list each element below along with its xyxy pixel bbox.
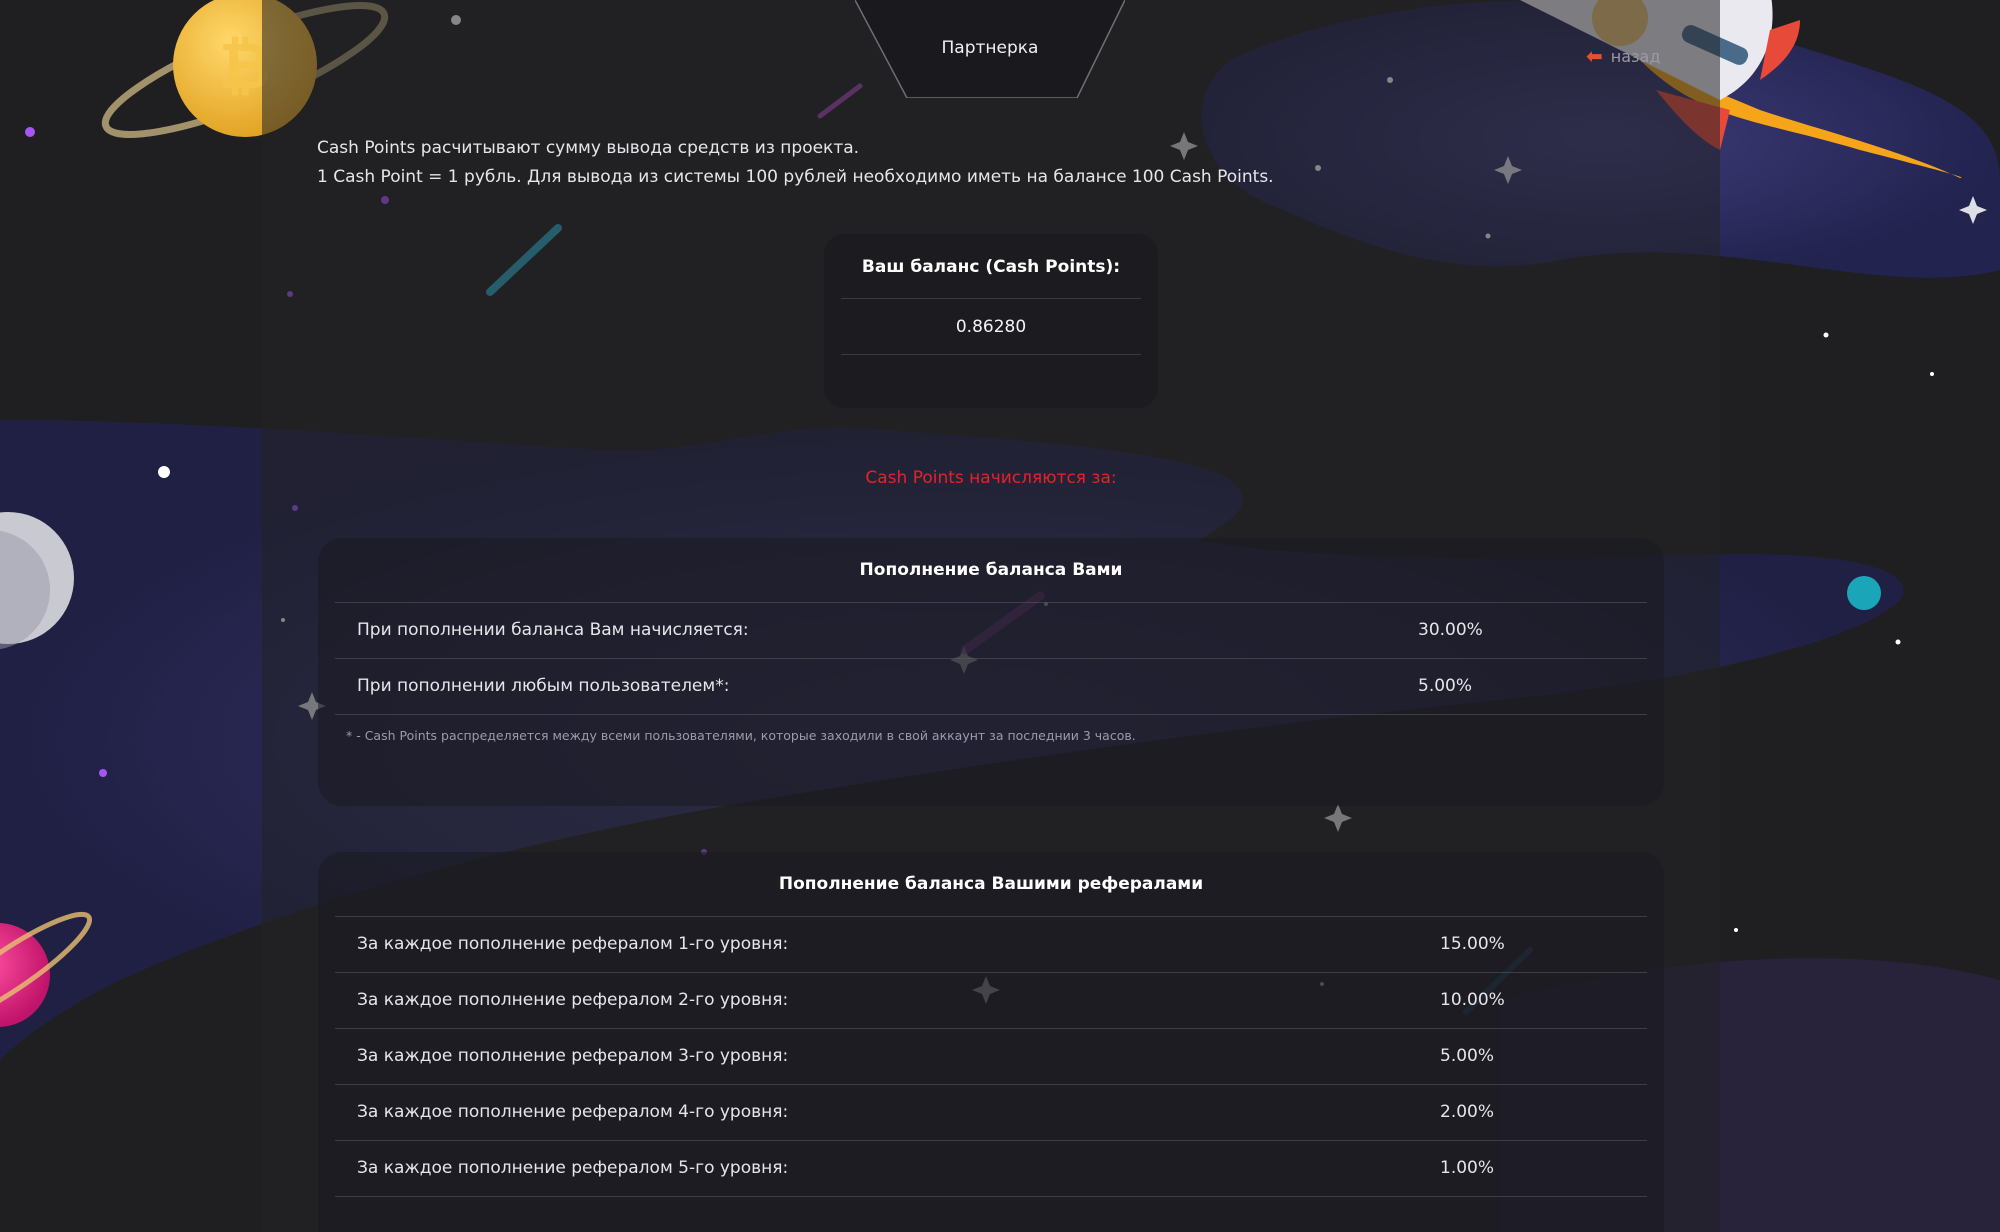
row-value: 5.00%	[1418, 676, 1473, 696]
row-value: 30.00%	[1418, 620, 1483, 640]
accrual-heading: Cash Points начисляются за:	[865, 468, 1117, 488]
table-row: За каждое пополнение рефералом 4-го уров…	[335, 1084, 1647, 1141]
tab-partnerka[interactable]: Партнерка	[855, 38, 1125, 58]
divider	[841, 354, 1141, 355]
divider	[841, 298, 1141, 299]
table-row: За каждое пополнение рефералом 1-го уров…	[335, 916, 1647, 973]
table-row: За каждое пополнение рефералом 2-го уров…	[335, 972, 1647, 1029]
intro-text: Cash Points расчитывают сумму вывода сре…	[317, 134, 1274, 192]
row-value: 2.00%	[1440, 1102, 1495, 1122]
row-label: При пополнении баланса Вам начисляется:	[357, 620, 749, 640]
referral-topups-title: Пополнение баланса Вашими рефералами	[778, 874, 1204, 894]
referral-topups-card: Пополнение баланса Вашими рефералами За …	[318, 852, 1664, 1232]
row-label: За каждое пополнение рефералом 3-го уров…	[357, 1046, 789, 1066]
intro-line-1: Cash Points расчитывают сумму вывода сре…	[317, 138, 860, 158]
divider	[335, 714, 1647, 715]
table-row: За каждое пополнение рефералом 3-го уров…	[335, 1028, 1647, 1085]
own-topups-card: Пополнение баланса Вами При пополнении б…	[318, 538, 1664, 806]
own-topups-title: Пополнение баланса Вами	[859, 560, 1123, 580]
balance-title: Ваш баланс (Cash Points):	[861, 257, 1121, 277]
intro-line-2: 1 Cash Point = 1 рубль. Для вывода из си…	[317, 167, 1274, 187]
row-value: 5.00%	[1440, 1046, 1495, 1066]
row-value: 10.00%	[1440, 990, 1505, 1010]
divider	[335, 1196, 1647, 1197]
table-row: При пополнении любым пользователем*: 5.0…	[335, 658, 1647, 715]
balance-value: 0.86280	[955, 317, 1027, 337]
row-label: За каждое пополнение рефералом 2-го уров…	[357, 990, 789, 1010]
back-button[interactable]: ⬅ назад	[1586, 44, 1660, 68]
row-label: За каждое пополнение рефералом 1-го уров…	[357, 934, 789, 954]
row-label: При пополнении любым пользователем*:	[357, 676, 730, 696]
row-label: За каждое пополнение рефералом 4-го уров…	[357, 1102, 789, 1122]
row-value: 1.00%	[1440, 1158, 1495, 1178]
back-label: назад	[1610, 46, 1661, 66]
table-row: При пополнении баланса Вам начисляется: …	[335, 602, 1647, 659]
table-row: За каждое пополнение рефералом 5-го уров…	[335, 1140, 1647, 1197]
balance-card: Ваш баланс (Cash Points): 0.86280	[824, 234, 1158, 408]
arrow-left-icon: ⬅	[1586, 44, 1603, 68]
row-value: 15.00%	[1440, 934, 1505, 954]
footnote: * - Cash Points распределяется между все…	[346, 728, 1136, 743]
row-label: За каждое пополнение рефералом 5-го уров…	[357, 1158, 789, 1178]
